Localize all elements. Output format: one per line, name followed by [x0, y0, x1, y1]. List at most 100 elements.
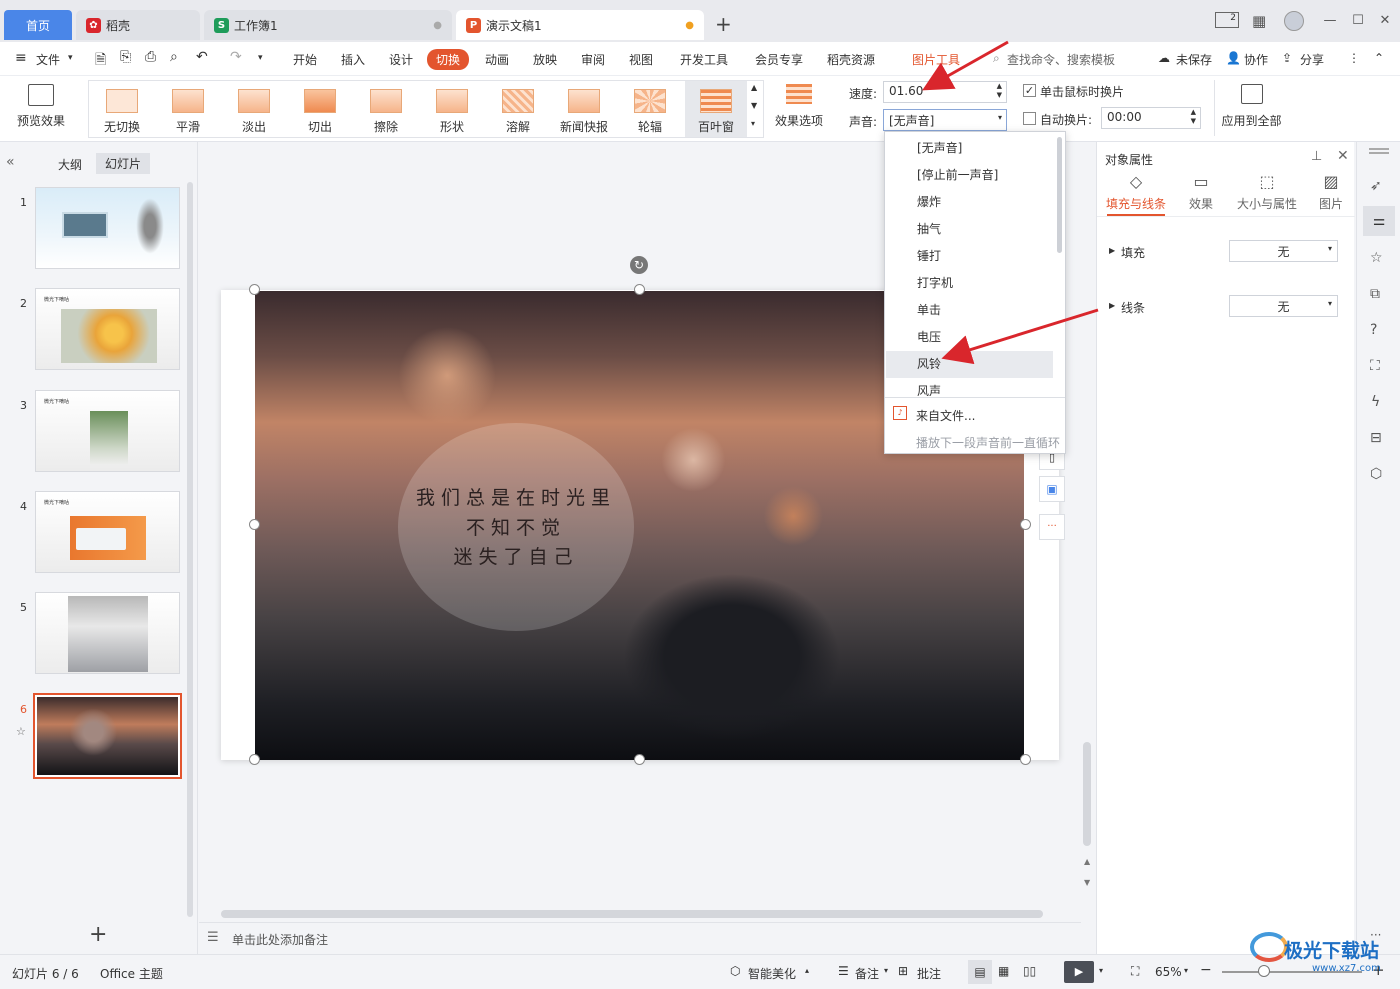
- resize-handle-tm[interactable]: [634, 284, 645, 295]
- menu-insert[interactable]: 插入: [341, 51, 365, 68]
- sound-select[interactable]: [无声音] ▾: [883, 109, 1007, 131]
- zoom-value[interactable]: 65%: [1155, 965, 1182, 979]
- print-icon[interactable]: ⎙: [145, 49, 156, 65]
- click-switch-checkbox[interactable]: ✓: [1023, 84, 1036, 97]
- next-slide-icon[interactable]: ▼: [1084, 878, 1090, 887]
- minimize-button[interactable]: —: [1320, 12, 1340, 30]
- effect-newsflash[interactable]: 新闻快报: [553, 89, 615, 137]
- sorter-view-icon[interactable]: ▦: [998, 964, 1009, 978]
- sound-option[interactable]: 打字机: [886, 270, 1053, 297]
- sound-option[interactable]: [无声音]: [886, 135, 1053, 162]
- prev-slide-icon[interactable]: ▲: [1084, 857, 1090, 866]
- resize-handle-mr[interactable]: [1020, 519, 1031, 530]
- collapse-ribbon-icon[interactable]: ⌃: [1374, 51, 1384, 65]
- add-slide-button[interactable]: +: [89, 922, 107, 947]
- image-tool-icon[interactable]: ⛶: [1370, 358, 1380, 374]
- comment-button[interactable]: 批注: [917, 965, 941, 982]
- avatar[interactable]: [1284, 11, 1304, 31]
- gallery-scroll-down-icon[interactable]: ▼: [751, 101, 757, 110]
- effect-shape[interactable]: 形状: [421, 89, 483, 137]
- rocket-icon[interactable]: ➶: [1370, 178, 1382, 194]
- effect-wheel[interactable]: 轮辐: [619, 89, 681, 137]
- slide-text-line-2[interactable]: 不知不觉: [255, 513, 777, 540]
- redo-icon[interactable]: ↷: [230, 49, 242, 65]
- slide-text-line-3[interactable]: 迷失了自己: [255, 542, 777, 569]
- dropdown-scrollbar[interactable]: [1057, 137, 1062, 253]
- chevron-down-icon[interactable]: ▾: [68, 53, 73, 63]
- close-button[interactable]: ✕: [1375, 12, 1395, 30]
- export-pdf-icon[interactable]: ⎘: [120, 49, 131, 65]
- effect-fade[interactable]: 淡出: [223, 89, 285, 137]
- sound-option[interactable]: 单击: [886, 297, 1053, 324]
- sound-option[interactable]: 电压: [886, 324, 1053, 351]
- expand-fill-icon[interactable]: ▶: [1109, 246, 1115, 255]
- tab-presentation[interactable]: P 演示文稿1 ●: [456, 10, 704, 40]
- menu-design[interactable]: 设计: [389, 51, 413, 68]
- line-select[interactable]: 无 ▾: [1229, 295, 1338, 317]
- collapse-panel-icon[interactable]: «: [6, 154, 15, 170]
- lightning-icon[interactable]: ϟ: [1371, 394, 1380, 410]
- float-tool-image-icon[interactable]: ▣: [1039, 476, 1065, 502]
- play-slideshow-button[interactable]: ▶: [1064, 961, 1094, 983]
- auto-switch-checkbox[interactable]: [1023, 112, 1036, 125]
- star-tool-icon[interactable]: ☆: [1370, 250, 1383, 266]
- sound-option[interactable]: [停止前一声音]: [886, 162, 1053, 189]
- effect-none[interactable]: 无切换: [91, 89, 153, 137]
- pin-icon[interactable]: ⊥: [1311, 149, 1322, 164]
- play-dropdown-icon[interactable]: ▾: [1099, 966, 1103, 975]
- slide-thumbnail-3[interactable]: 微光下嘀咕: [35, 390, 180, 472]
- effect-cut[interactable]: 切出: [289, 89, 351, 137]
- theme-name[interactable]: Office 主题: [100, 965, 163, 982]
- line-label[interactable]: 线条: [1121, 299, 1145, 316]
- zoom-dropdown-icon[interactable]: ▾: [1184, 966, 1188, 975]
- fill-label[interactable]: 填充: [1121, 244, 1145, 261]
- from-file-option[interactable]: 来自文件...: [916, 407, 975, 424]
- menu-docer-resources[interactable]: 稻壳资源: [827, 51, 875, 68]
- sound-option-selected[interactable]: 风铃: [886, 351, 1053, 378]
- preview-effect-button[interactable]: 预览效果: [8, 80, 74, 136]
- copy-tool-icon[interactable]: ⧉: [1370, 286, 1380, 302]
- sound-option[interactable]: 锤打: [886, 243, 1053, 270]
- effect-wipe[interactable]: 擦除: [355, 89, 417, 137]
- slide-thumbnail-4[interactable]: 微光下嘀咕: [35, 491, 180, 573]
- properties-icon[interactable]: ⚌: [1363, 206, 1395, 236]
- notes-bar[interactable]: ☰ 单击此处添加备注: [199, 922, 1081, 954]
- slide-thumbnail-5[interactable]: [35, 592, 180, 674]
- menu-developer[interactable]: 开发工具: [680, 51, 728, 68]
- tab-home[interactable]: 首页: [4, 10, 72, 40]
- slide-thumbnail-2[interactable]: 微光下嘀咕: [35, 288, 180, 370]
- fill-select[interactable]: 无 ▾: [1229, 240, 1338, 262]
- expand-line-icon[interactable]: ▶: [1109, 301, 1115, 310]
- save-icon[interactable]: 🗎: [95, 49, 106, 73]
- unsaved-status[interactable]: 未保存: [1176, 51, 1212, 68]
- sound-option[interactable]: 风声: [886, 378, 1053, 396]
- outline-tab[interactable]: 大纲: [58, 156, 82, 173]
- new-tab-button[interactable]: +: [715, 12, 732, 36]
- smart-beautify-button[interactable]: 智能美化: [748, 965, 796, 982]
- resize-handle-br[interactable]: [1020, 754, 1031, 765]
- picture-tab[interactable]: ▨ 图片: [1311, 172, 1351, 212]
- effect-dissolve[interactable]: 溶解: [487, 89, 549, 137]
- menu-animation[interactable]: 动画: [485, 51, 509, 68]
- maximize-button[interactable]: ☐: [1348, 12, 1368, 30]
- menu-transition[interactable]: 切换: [427, 49, 470, 70]
- file-menu[interactable]: 文件: [36, 51, 60, 68]
- resize-handle-tl[interactable]: [249, 284, 260, 295]
- book-icon[interactable]: ⊟: [1370, 430, 1382, 446]
- effect-smooth[interactable]: 平滑: [157, 89, 219, 137]
- command-search[interactable]: 查找命令、搜索模板: [1007, 51, 1115, 68]
- menu-review[interactable]: 审阅: [581, 51, 605, 68]
- menu-picture-tools[interactable]: 图片工具: [912, 51, 960, 68]
- panel-scrollbar[interactable]: [187, 182, 193, 917]
- float-tool-more-icon[interactable]: ···: [1039, 514, 1065, 540]
- close-panel-icon[interactable]: ✕: [1337, 148, 1349, 164]
- auto-time-input[interactable]: 00:00 ▲ ▼: [1101, 107, 1201, 129]
- menu-start[interactable]: 开始: [293, 51, 317, 68]
- help-icon[interactable]: ?: [1370, 322, 1377, 338]
- reading-view-icon[interactable]: ▯▯: [1023, 964, 1036, 978]
- rotate-handle-icon[interactable]: ↻: [630, 256, 648, 274]
- slide-text-line-1[interactable]: 我们总是在时光里: [255, 483, 777, 510]
- notes-dropdown-icon[interactable]: ▾: [884, 966, 888, 975]
- horizontal-scrollbar[interactable]: [221, 910, 1043, 918]
- sound-option[interactable]: 爆炸: [886, 189, 1053, 216]
